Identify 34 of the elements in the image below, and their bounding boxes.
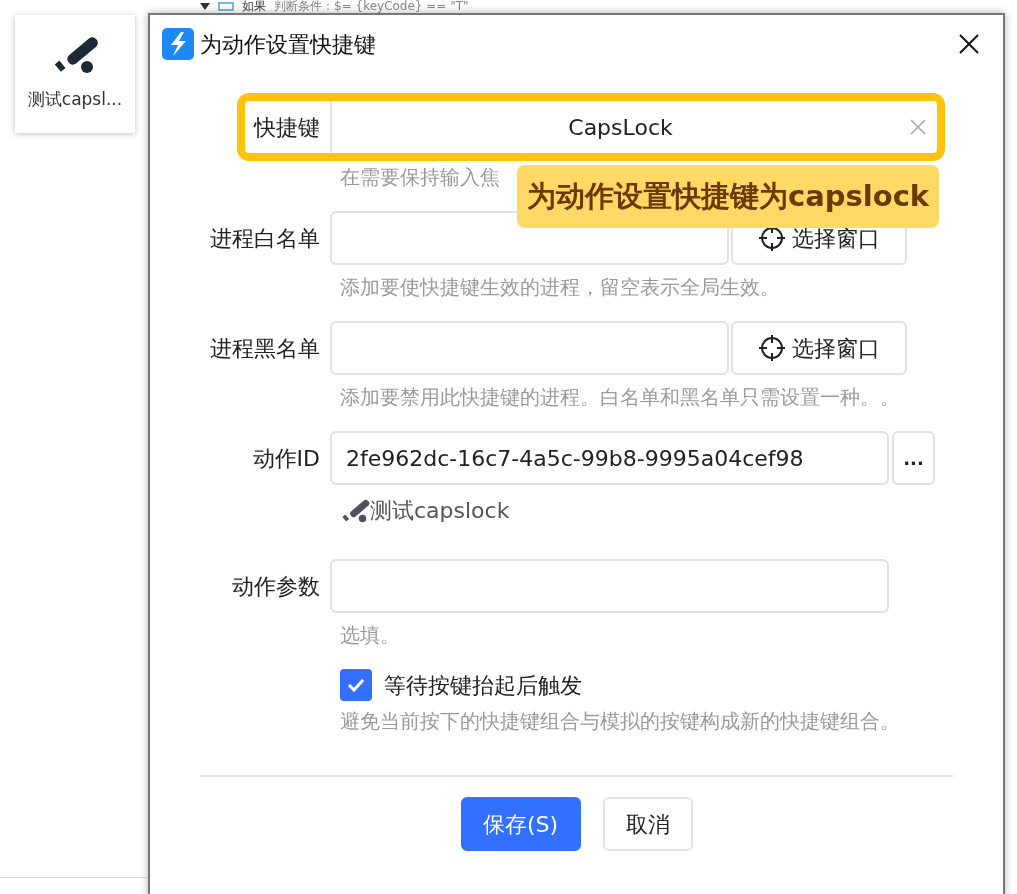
select-window-button[interactable]: 选择窗口: [731, 321, 907, 375]
browse-button[interactable]: ...: [892, 431, 935, 485]
tooltip: 为动作设置快捷键为capslock: [517, 165, 940, 228]
field-label: 进程黑名单: [209, 334, 321, 363]
action-card[interactable]: 测试capsl...: [15, 15, 135, 133]
field-label: 进程白名单: [209, 224, 321, 253]
dialog-title: 为动作设置快捷键: [200, 30, 376, 59]
shortcut-input[interactable]: CapsLock: [330, 101, 937, 153]
help-text: 避免当前按下的快捷键组合与模拟的按键构成新的快捷键组合。: [340, 708, 901, 735]
help-text: 选填。: [340, 622, 401, 649]
card-label: 测试capsl...: [27, 88, 123, 111]
field-label: 快捷键: [252, 113, 321, 142]
shortcut-value: CapsLock: [567, 113, 674, 142]
help-text: 在需要保持输入焦: [340, 164, 501, 191]
help-text: 添加要使快捷键生效的进程，留空表示全局生效。: [340, 274, 781, 301]
params-input[interactable]: [330, 559, 889, 613]
help-text: 添加要禁用此快捷键的进程。白名单和黑名单只需设置一种。。: [340, 384, 901, 411]
close-icon: [958, 33, 980, 55]
field-label: 动作参数: [231, 572, 321, 601]
clear-icon[interactable]: [909, 118, 927, 136]
app-logo-icon: [162, 28, 194, 60]
node-condition: 判断条件：$= {keyCode} == "T": [274, 0, 469, 13]
checkbox-label: 等待按键抬起后触发: [384, 671, 582, 700]
process-input[interactable]: [330, 321, 729, 375]
checkbox[interactable]: [340, 669, 372, 701]
cancel-button[interactable]: 取消: [602, 797, 693, 851]
caret-icon: [200, 3, 210, 10]
node-label: 如果: [242, 0, 266, 13]
action-name: 测试capslock: [370, 497, 510, 525]
flowchart-icon: [218, 2, 234, 11]
save-button[interactable]: 保存(S): [460, 797, 581, 851]
field-label: 动作ID: [251, 444, 321, 473]
crosshair-icon: [758, 334, 786, 362]
action-id-input[interactable]: 2fe962dc-16c7-4a5c-99b8-9995a04cef98: [330, 431, 889, 485]
